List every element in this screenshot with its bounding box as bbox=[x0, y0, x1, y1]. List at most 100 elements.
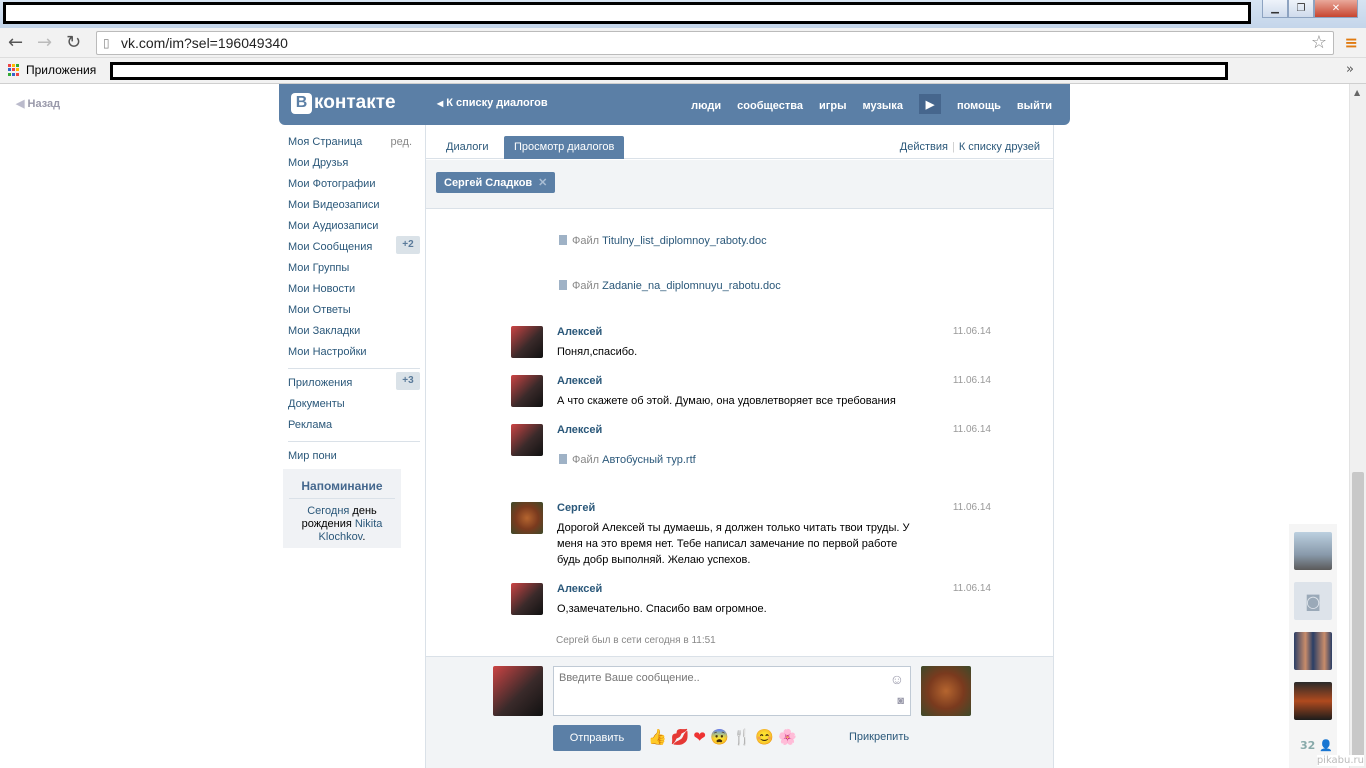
smile-icon[interactable]: 😊 bbox=[755, 728, 774, 746]
sidebar-item-settings[interactable]: Мои Настройки bbox=[288, 344, 420, 365]
file-attachment[interactable]: Файл Titulny_list_diplomnoy_raboty.doc bbox=[559, 235, 767, 247]
online-count[interactable]: 32 👤 bbox=[1300, 739, 1333, 752]
message-author[interactable]: Алексей bbox=[557, 583, 602, 595]
camera-icon[interactable]: ◙ bbox=[897, 695, 904, 707]
sidebar-item-label: Мои Видеозаписи bbox=[288, 199, 380, 211]
thumbs-up-icon[interactable]: 👍 bbox=[648, 728, 667, 746]
window-controls: ▁ ❐ ✕ bbox=[1262, 0, 1358, 18]
scared-face-icon[interactable]: 😨 bbox=[710, 728, 729, 746]
nav-music[interactable]: музыка bbox=[862, 100, 902, 112]
apps-grid-icon bbox=[8, 64, 20, 76]
bookmark-star-icon[interactable]: ☆ bbox=[1311, 32, 1327, 53]
bookmarks-overflow-icon[interactable]: » bbox=[1346, 62, 1354, 77]
message-text: О,замечательно. Спасибо вам огромное. bbox=[557, 603, 767, 615]
fork-knife-icon[interactable]: 🍴 bbox=[733, 728, 752, 746]
close-window-button[interactable]: ✕ bbox=[1314, 0, 1358, 18]
sidebar-item-documents[interactable]: Документы bbox=[288, 396, 420, 417]
file-attachment[interactable]: Файл Автобусный тур.rtf bbox=[559, 454, 696, 466]
send-button[interactable]: Отправить bbox=[553, 725, 641, 751]
avatar[interactable] bbox=[511, 583, 543, 615]
tab-dialogs[interactable]: Диалоги bbox=[436, 136, 499, 159]
back-arrow-icon[interactable]: ← bbox=[8, 32, 23, 53]
sidebar-item-pony-world[interactable]: Мир пони bbox=[288, 448, 420, 469]
heart-icon[interactable]: ❤ bbox=[693, 728, 706, 746]
smiley-icon[interactable]: ☺ bbox=[890, 671, 904, 687]
forward-arrow-icon[interactable]: → bbox=[37, 32, 52, 53]
flower-icon[interactable]: 🌸 bbox=[778, 728, 797, 746]
peer-chip[interactable]: Сергей Сладков ✕ bbox=[436, 172, 556, 193]
window-titlebar: ▁ ❐ ✕ bbox=[0, 0, 1366, 28]
file-name[interactable]: Zadanie_na_diplomnuyu_rabotu.doc bbox=[602, 280, 781, 292]
sidebar-item-friends[interactable]: Мои Друзья bbox=[288, 155, 420, 176]
to-friends-link[interactable]: К списку друзей bbox=[959, 141, 1040, 153]
sidebar-item-answers[interactable]: Мои Ответы bbox=[288, 302, 420, 323]
back-to-dialogs-link[interactable]: ◀ К списку диалогов bbox=[437, 97, 548, 109]
avatar[interactable] bbox=[511, 424, 543, 456]
message-input[interactable]: Введите Ваше сообщение.. ☺ ◙ bbox=[553, 666, 911, 716]
scroll-up-icon[interactable]: ▲ bbox=[1354, 88, 1360, 97]
page-back-link[interactable]: ◀ Назад bbox=[16, 97, 60, 110]
maximize-button[interactable]: ❐ bbox=[1288, 0, 1314, 18]
sidebar-item-ads[interactable]: Реклама bbox=[288, 417, 420, 438]
edit-link[interactable]: ред. bbox=[391, 135, 412, 149]
file-prefix: Файл bbox=[572, 280, 600, 292]
file-name[interactable]: Автобусный тур.rtf bbox=[602, 454, 696, 466]
browser-toolbar: ← → ↻ ▯ vk.com/im?sel=196049340 ☆ ≡ bbox=[0, 28, 1366, 58]
avatar[interactable] bbox=[511, 375, 543, 407]
address-bar[interactable]: ▯ vk.com/im?sel=196049340 ☆ bbox=[96, 31, 1334, 55]
nav-help[interactable]: помощь bbox=[957, 100, 1001, 112]
message-date: 11.06.14 bbox=[952, 424, 991, 435]
file-attachment[interactable]: Файл Zadanie_na_diplomnuyu_rabotu.doc bbox=[559, 280, 781, 292]
close-icon[interactable]: ✕ bbox=[538, 177, 547, 189]
camera-icon[interactable]: ◙ bbox=[1294, 582, 1332, 620]
vk-logo[interactable]: В контакте bbox=[291, 92, 396, 114]
message-author[interactable]: Алексей bbox=[557, 326, 602, 338]
url-text[interactable]: vk.com/im?sel=196049340 bbox=[121, 35, 288, 51]
top-nav: люди сообщества игры музыка ▶ помощь вый… bbox=[691, 94, 1052, 114]
browser-menu-icon[interactable]: ≡ bbox=[1345, 33, 1358, 52]
video-thumbnail[interactable] bbox=[1294, 682, 1332, 720]
message-author[interactable]: Алексей bbox=[557, 375, 602, 387]
sidebar-item-label: Моя Страница bbox=[288, 136, 363, 148]
peer-avatar[interactable] bbox=[921, 666, 971, 716]
file-name[interactable]: Titulny_list_diplomnoy_raboty.doc bbox=[602, 235, 766, 247]
sidebar-item-label: Мои Группы bbox=[288, 262, 350, 274]
page-scrollbar[interactable]: ▲ ▼ bbox=[1349, 84, 1366, 768]
sidebar-item-news[interactable]: Мои Новости bbox=[288, 281, 420, 302]
minimize-button[interactable]: ▁ bbox=[1262, 0, 1288, 18]
reminder-today-link[interactable]: Сегодня bbox=[307, 505, 349, 517]
sidebar-item-apps[interactable]: Приложения +3 bbox=[288, 372, 420, 396]
attach-link[interactable]: Прикрепить bbox=[849, 731, 909, 743]
sidebar-item-videos[interactable]: Мои Видеозаписи bbox=[288, 197, 420, 218]
avatar[interactable] bbox=[511, 502, 543, 534]
sidebar-item-groups[interactable]: Мои Группы bbox=[288, 260, 420, 281]
apps-bookmark[interactable]: Приложения bbox=[8, 63, 96, 77]
actions-link[interactable]: Действия bbox=[900, 141, 948, 153]
nav-games[interactable]: игры bbox=[819, 100, 846, 112]
sidebar-item-my-page[interactable]: Моя Страница ред. bbox=[288, 134, 420, 155]
video-thumbnail[interactable] bbox=[1294, 632, 1332, 670]
nav-logout[interactable]: выйти bbox=[1017, 100, 1052, 112]
message-text: Понял,спасибо. bbox=[557, 346, 638, 358]
friend-thumbnail[interactable] bbox=[1294, 532, 1332, 570]
reminder-end: . bbox=[362, 531, 366, 543]
nav-communities[interactable]: сообщества bbox=[737, 100, 803, 112]
kiss-icon[interactable]: 💋 bbox=[671, 728, 690, 746]
play-icon[interactable]: ▶ bbox=[918, 94, 941, 114]
nav-people[interactable]: люди bbox=[691, 100, 721, 112]
reminder-title: Напоминание bbox=[289, 479, 395, 499]
scroll-thumb[interactable] bbox=[1352, 472, 1364, 764]
avatar[interactable] bbox=[511, 326, 543, 358]
sidebar-item-photos[interactable]: Мои Фотографии bbox=[288, 176, 420, 197]
reload-icon[interactable]: ↻ bbox=[66, 32, 81, 53]
sidebar-item-bookmarks[interactable]: Мои Закладки bbox=[288, 323, 420, 344]
document-icon bbox=[559, 280, 567, 290]
tab-view-dialogs[interactable]: Просмотр диалогов bbox=[504, 136, 625, 159]
left-triangle-icon: ◀ bbox=[437, 99, 444, 108]
message-author[interactable]: Алексей bbox=[557, 424, 602, 436]
reminder-text: Сегодня день рождения Nikita Klochkov. bbox=[283, 505, 401, 544]
my-avatar[interactable] bbox=[493, 666, 543, 716]
sidebar-item-label: Приложения bbox=[288, 377, 353, 389]
sidebar-item-messages[interactable]: Мои Сообщения +2 bbox=[288, 236, 420, 260]
message-author[interactable]: Сергей bbox=[557, 502, 595, 514]
